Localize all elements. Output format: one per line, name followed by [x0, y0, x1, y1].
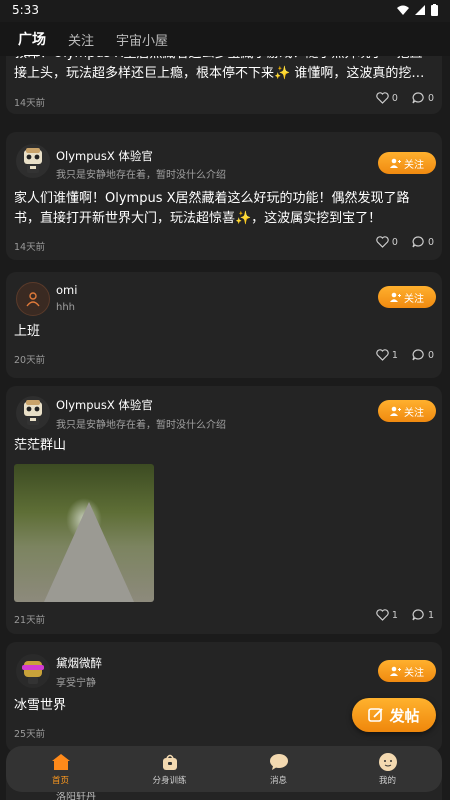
person-icon [26, 292, 40, 307]
create-post-label: 发帖 [389, 706, 420, 725]
follow-label: 关注 [404, 159, 424, 171]
comment-count-value: 0 [427, 92, 434, 104]
like-count[interactable]: 0 [376, 236, 398, 248]
follow-label: 关注 [404, 667, 424, 679]
nav-profile[interactable]: 我的 [348, 752, 428, 786]
signal-icon [415, 5, 425, 15]
follow-button[interactable]: 关注 [378, 152, 436, 174]
nav-avatar-training[interactable]: 分身训练 [130, 752, 210, 786]
post-card[interactable]: OlympusX 体验官 我只是安静地存在着，暂时没什么介绍 关注 家人们谁懂啊… [6, 132, 442, 260]
heart-icon [376, 349, 389, 361]
post-time: 21天前 [14, 615, 46, 626]
post-time: 14天前 [14, 242, 46, 253]
post-time: 14天前 [14, 98, 46, 109]
post-content: 家人们谁懂啊！Olympus X居然藏着这么好玩的功能！偶然发现了路书，直接打开… [14, 191, 410, 226]
avatar[interactable] [16, 282, 50, 316]
wifi-icon [397, 5, 409, 15]
tab-square[interactable]: 广场 [18, 29, 46, 57]
follow-button[interactable]: 关注 [378, 660, 436, 682]
bottom-nav: 首页 分身训练 消息 我的 [6, 746, 442, 792]
post-card[interactable]: OlympusX 体验官 我只是安静地存在着，暂时没什么介绍 关注 茫茫群山 2… [6, 386, 442, 634]
user-bio: 享受宁静 [56, 678, 96, 689]
like-count[interactable]: 1 [376, 609, 398, 621]
add-user-icon [390, 666, 401, 676]
post-content: 救命！Olympus X里居然藏着这么多宝藏小游戏！随手点开玩了一把直接上头，玩… [14, 56, 425, 81]
post-counts: 0 0 [376, 92, 434, 104]
comment-icon [412, 349, 424, 361]
post-card[interactable]: 救命！Olympus X里居然藏着这么多宝藏小游戏！随手点开玩了一把直接上头，玩… [6, 56, 442, 114]
comment-count[interactable]: 0 [412, 92, 434, 104]
create-post-button[interactable]: 发帖 [352, 698, 436, 732]
tab-universe-cabin[interactable]: 宇宙小屋 [116, 30, 168, 49]
post-content: 茫茫群山 [14, 438, 67, 453]
comment-icon [412, 236, 424, 248]
nav-messages[interactable]: 消息 [239, 752, 319, 786]
like-count-value: 1 [391, 609, 398, 621]
sunglasses-avatar-icon [22, 661, 44, 684]
nav-label: 消息 [269, 776, 287, 786]
robot-avatar-icon [24, 148, 42, 173]
tab-following[interactable]: 关注 [68, 30, 94, 49]
face-icon [378, 752, 398, 772]
like-count-value: 1 [391, 349, 398, 361]
post-time: 20天前 [14, 355, 46, 366]
post-card[interactable]: 黛烟微醉 享受宁静 关注 冰雪世界 25天前 [6, 642, 442, 752]
edit-icon [368, 708, 384, 722]
feed[interactable]: 救命！Olympus X里居然藏着这么多宝藏小游戏！随手点开玩了一把直接上头，玩… [0, 56, 450, 800]
post-counts: 0 0 [376, 236, 434, 248]
add-user-icon [390, 158, 401, 168]
avatar[interactable] [16, 654, 50, 688]
top-tabs: 广场 关注 宇宙小屋 [0, 22, 450, 57]
nav-label: 首页 [51, 776, 69, 786]
post-counts: 1 0 [376, 349, 434, 361]
heart-icon [376, 92, 389, 104]
heart-icon [376, 236, 389, 248]
post-card[interactable]: omi hhh 关注 上班 20天前 1 0 [6, 272, 442, 378]
bag-icon [160, 752, 180, 772]
comment-count[interactable]: 0 [412, 349, 434, 361]
avatar[interactable] [16, 144, 50, 178]
user-bio: hhh [56, 302, 76, 313]
battery-icon [431, 4, 438, 16]
add-user-icon [390, 406, 401, 416]
follow-label: 关注 [404, 293, 424, 305]
username[interactable]: OlympusX 体验官 [56, 148, 153, 164]
user-bio: 我只是安静地存在着，暂时没什么介绍 [56, 420, 226, 431]
status-time: 5:33 [12, 3, 39, 17]
nav-home[interactable]: 首页 [21, 752, 101, 786]
status-icons [397, 4, 438, 16]
like-count[interactable]: 1 [376, 349, 398, 361]
user-bio: 我只是安静地存在着，暂时没什么介绍 [56, 170, 226, 181]
username[interactable]: OlympusX 体验官 [56, 397, 153, 413]
comment-icon [412, 609, 424, 621]
message-icon [269, 752, 289, 772]
like-count-value: 0 [391, 92, 398, 104]
robot-avatar-icon [24, 400, 42, 425]
comment-count-value: 1 [427, 609, 434, 621]
comment-count[interactable]: 0 [412, 236, 434, 248]
heart-icon [376, 609, 389, 621]
comment-count-value: 0 [427, 236, 434, 248]
like-count[interactable]: 0 [376, 92, 398, 104]
avatar[interactable] [16, 396, 50, 430]
add-user-icon [390, 292, 401, 302]
follow-button[interactable]: 关注 [378, 286, 436, 308]
username[interactable]: 黛烟微醉 [56, 655, 102, 671]
post-content: 上班 [14, 324, 41, 339]
home-icon [51, 752, 71, 772]
comment-icon [412, 92, 424, 104]
follow-label: 关注 [404, 407, 424, 419]
follow-button[interactable]: 关注 [378, 400, 436, 422]
like-count-value: 0 [391, 236, 398, 248]
comment-count-value: 0 [427, 349, 434, 361]
comment-count[interactable]: 1 [412, 609, 434, 621]
nav-label: 分身训练 [152, 776, 187, 786]
post-time: 25天前 [14, 729, 46, 740]
status-bar: 5:33 [0, 0, 450, 20]
username[interactable]: omi [56, 283, 77, 297]
post-counts: 1 1 [376, 609, 434, 621]
post-image[interactable] [14, 464, 154, 602]
nav-label: 我的 [378, 776, 396, 786]
